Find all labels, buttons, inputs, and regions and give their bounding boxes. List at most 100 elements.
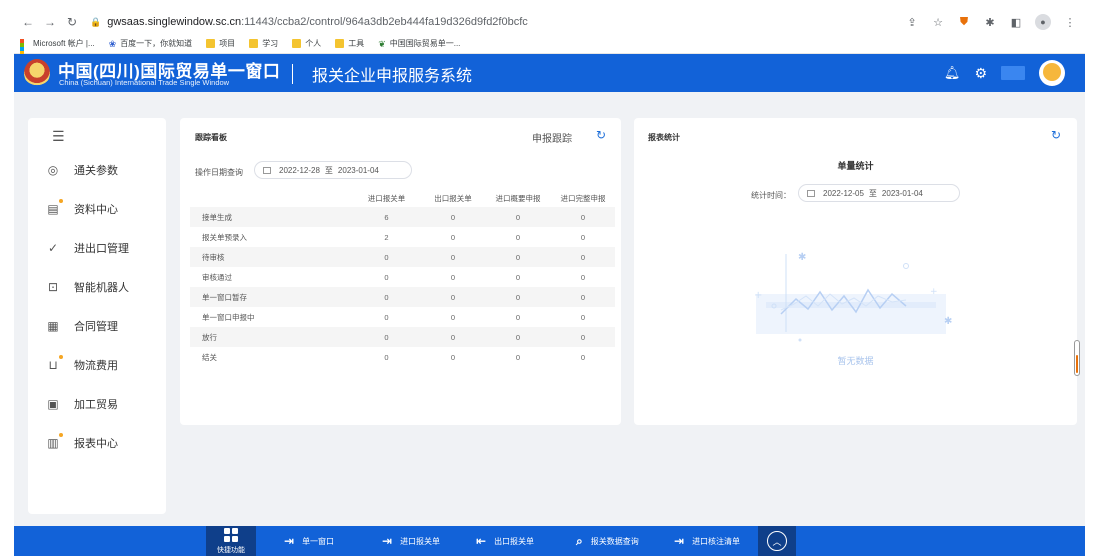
bookmark-item[interactable]: ❦ 中国国际贸易单一... (378, 38, 460, 49)
header-actions: 🔔︎ ⚙ (944, 60, 1065, 86)
row-label: 报关单预录入 (202, 232, 247, 242)
scrollbar-handle[interactable] (1074, 340, 1080, 376)
table-cell[interactable]: 0 (551, 347, 615, 367)
extensions-puzzle-icon[interactable]: ✱ (983, 16, 997, 29)
table-cell[interactable]: 0 (421, 327, 485, 347)
date-separator: 至 (868, 188, 877, 198)
operation-date-range-picker[interactable]: 2022-12-28 至 2023-01-04 (254, 161, 412, 179)
bookmark-folder[interactable]: 工具 (335, 38, 364, 49)
side-panel-icon[interactable]: ◧ (1009, 16, 1023, 29)
processing-icon: ▣ (47, 397, 59, 411)
url-field[interactable]: 🔒 gwsaas.singlewindow.sc.cn:11443/ccba2/… (90, 16, 528, 28)
dock-export-declaration-button[interactable]: ⇤ 出口报关单 (476, 526, 534, 556)
bookmark-folder[interactable]: 个人 (292, 38, 321, 49)
sidebar-item-clearance-params[interactable]: ◎ 通关参数 (46, 160, 118, 180)
refresh-icon[interactable]: ↻ (1051, 128, 1061, 142)
calendar-icon (263, 166, 271, 174)
profile-icon[interactable]: ● (1035, 14, 1051, 30)
declaration-tracking-link[interactable]: 申报跟踪 (532, 130, 572, 145)
reload-icon[interactable]: ↻ (64, 14, 80, 30)
back-arrow-icon[interactable]: ← (20, 14, 36, 30)
cart-icon: ⊔ (46, 355, 63, 372)
table-cell[interactable]: 0 (421, 287, 485, 307)
sidebar-item-documents[interactable]: ▤ 资料中心 (46, 199, 118, 219)
table-cell[interactable]: 0 (352, 307, 421, 327)
table-cell[interactable]: 0 (551, 287, 615, 307)
sidebar-item-robot[interactable]: ⊡ 智能机器人 (46, 277, 129, 297)
table-cell[interactable]: 0 (485, 247, 551, 267)
date-start: 2022-12-05 (823, 188, 864, 198)
table-cell[interactable]: 0 (352, 267, 421, 287)
table-cell[interactable]: 0 (551, 247, 615, 267)
dock-data-query-button[interactable]: ⌕ 报关数据查询 (576, 526, 639, 556)
bookmark-star-icon[interactable]: ☆ (931, 16, 945, 29)
bookmark-folder[interactable]: 项目 (206, 38, 235, 49)
dock-import-declaration-button[interactable]: ⇥ 进口报关单 (382, 526, 440, 556)
brand-subtitle: China (Sichuan) International Trade Sing… (59, 78, 230, 87)
table-cell[interactable]: 0 (421, 227, 485, 247)
table-row: 审核通过 0 0 0 0 (190, 267, 615, 287)
table-cell[interactable]: 0 (551, 207, 615, 227)
sidebar-item-contracts[interactable]: ▦ 合同管理 (46, 316, 118, 336)
table-cell[interactable]: 0 (352, 347, 421, 367)
bookmark-item[interactable]: Microsoft 帐户 |... (20, 38, 95, 55)
dock-import-inventory-button[interactable]: ⇥ 进口核注清单 (674, 526, 740, 556)
globe-icon: ◎ (47, 163, 59, 177)
table-cell[interactable]: 6 (352, 207, 421, 227)
table-cell[interactable]: 0 (421, 247, 485, 267)
table-cell[interactable]: 0 (352, 287, 421, 307)
table-header-row: 进口报关单 出口报关单 进口概要申报 进口完整申报 (190, 190, 615, 207)
table-cell[interactable]: 0 (551, 267, 615, 287)
table-cell[interactable]: 0 (421, 207, 485, 227)
more-menu-icon[interactable]: ⋮ (1063, 16, 1077, 29)
stats-date-range-picker[interactable]: 2022-12-05 至 2023-01-04 (798, 184, 960, 202)
date-separator: 至 (324, 165, 333, 175)
table-cell[interactable]: 0 (421, 307, 485, 327)
sidebar-item-reports[interactable]: ▥ 报表中心 (46, 433, 118, 453)
forward-arrow-icon[interactable]: → (42, 14, 58, 30)
table-cell[interactable]: 0 (551, 227, 615, 247)
bell-icon[interactable]: 🔔︎ (944, 65, 961, 81)
bookmark-item[interactable]: ❀ 百度一下，你就知道 (109, 38, 193, 49)
dock-scroll-up-button[interactable]: ︿ (758, 526, 796, 556)
sidebar-item-import-export[interactable]: ✓ 进出口管理 (46, 238, 129, 258)
table-cell[interactable]: 0 (485, 287, 551, 307)
row-label: 接单生成 (190, 207, 352, 227)
dock-single-window-button[interactable]: ⇥ 单一窗口 (284, 526, 334, 556)
tracking-panel: 跟踪看板 申报跟踪 ↻ 操作日期查询 2022-12-28 至 2023-01-… (180, 118, 621, 425)
extension-shield-icon[interactable]: ⛊ (957, 16, 971, 29)
date-start: 2022-12-28 (279, 165, 320, 175)
stats-date-label: 统计时间： (751, 191, 791, 200)
table-cell[interactable]: 0 (551, 307, 615, 327)
refresh-icon[interactable]: ↻ (596, 128, 606, 142)
column-header: 进口概要申报 (495, 194, 541, 203)
table-cell[interactable]: 0 (421, 267, 485, 287)
share-icon[interactable]: ⇪ (905, 16, 919, 29)
table-cell[interactable]: 0 (551, 327, 615, 347)
date-end: 2023-01-04 (337, 165, 379, 175)
sidebar-item-processing-trade[interactable]: ▣ 加工贸易 (46, 394, 118, 414)
table-cell[interactable]: 0 (485, 347, 551, 367)
table-row: 待审核 0 0 0 0 (190, 247, 615, 267)
bookmarks-bar: Microsoft 帐户 |... ❀ 百度一下，你就知道 项目 学习 个人 工… (14, 34, 1085, 55)
avatar[interactable] (1039, 60, 1065, 86)
table-cell[interactable]: 0 (352, 247, 421, 267)
menu-collapse-icon[interactable]: ☰ (52, 128, 65, 145)
user-name-chip[interactable] (1001, 66, 1025, 80)
table-cell[interactable]: 0 (352, 327, 421, 347)
table-cell[interactable]: 0 (485, 267, 551, 287)
table-cell[interactable]: 0 (421, 347, 485, 367)
sidebar-item-logistics-fees[interactable]: ⊔ 物流费用 (46, 355, 118, 375)
table-cell[interactable]: 0 (485, 227, 551, 247)
table-cell[interactable]: 0 (485, 207, 551, 227)
chart-title: 单量统计 (837, 161, 874, 171)
bookmark-folder[interactable]: 学习 (249, 38, 278, 49)
table-cell[interactable]: 2 (352, 227, 421, 247)
column-header: 进口完整申报 (560, 194, 606, 203)
table-cell[interactable]: 0 (485, 307, 551, 327)
gear-icon[interactable]: ⚙ (974, 65, 987, 82)
quick-functions-button[interactable]: 快捷功能 (206, 526, 256, 556)
table-cell[interactable]: 0 (485, 327, 551, 347)
folder-icon (335, 39, 345, 48)
row-label: 单一窗口暂存 (190, 287, 352, 307)
